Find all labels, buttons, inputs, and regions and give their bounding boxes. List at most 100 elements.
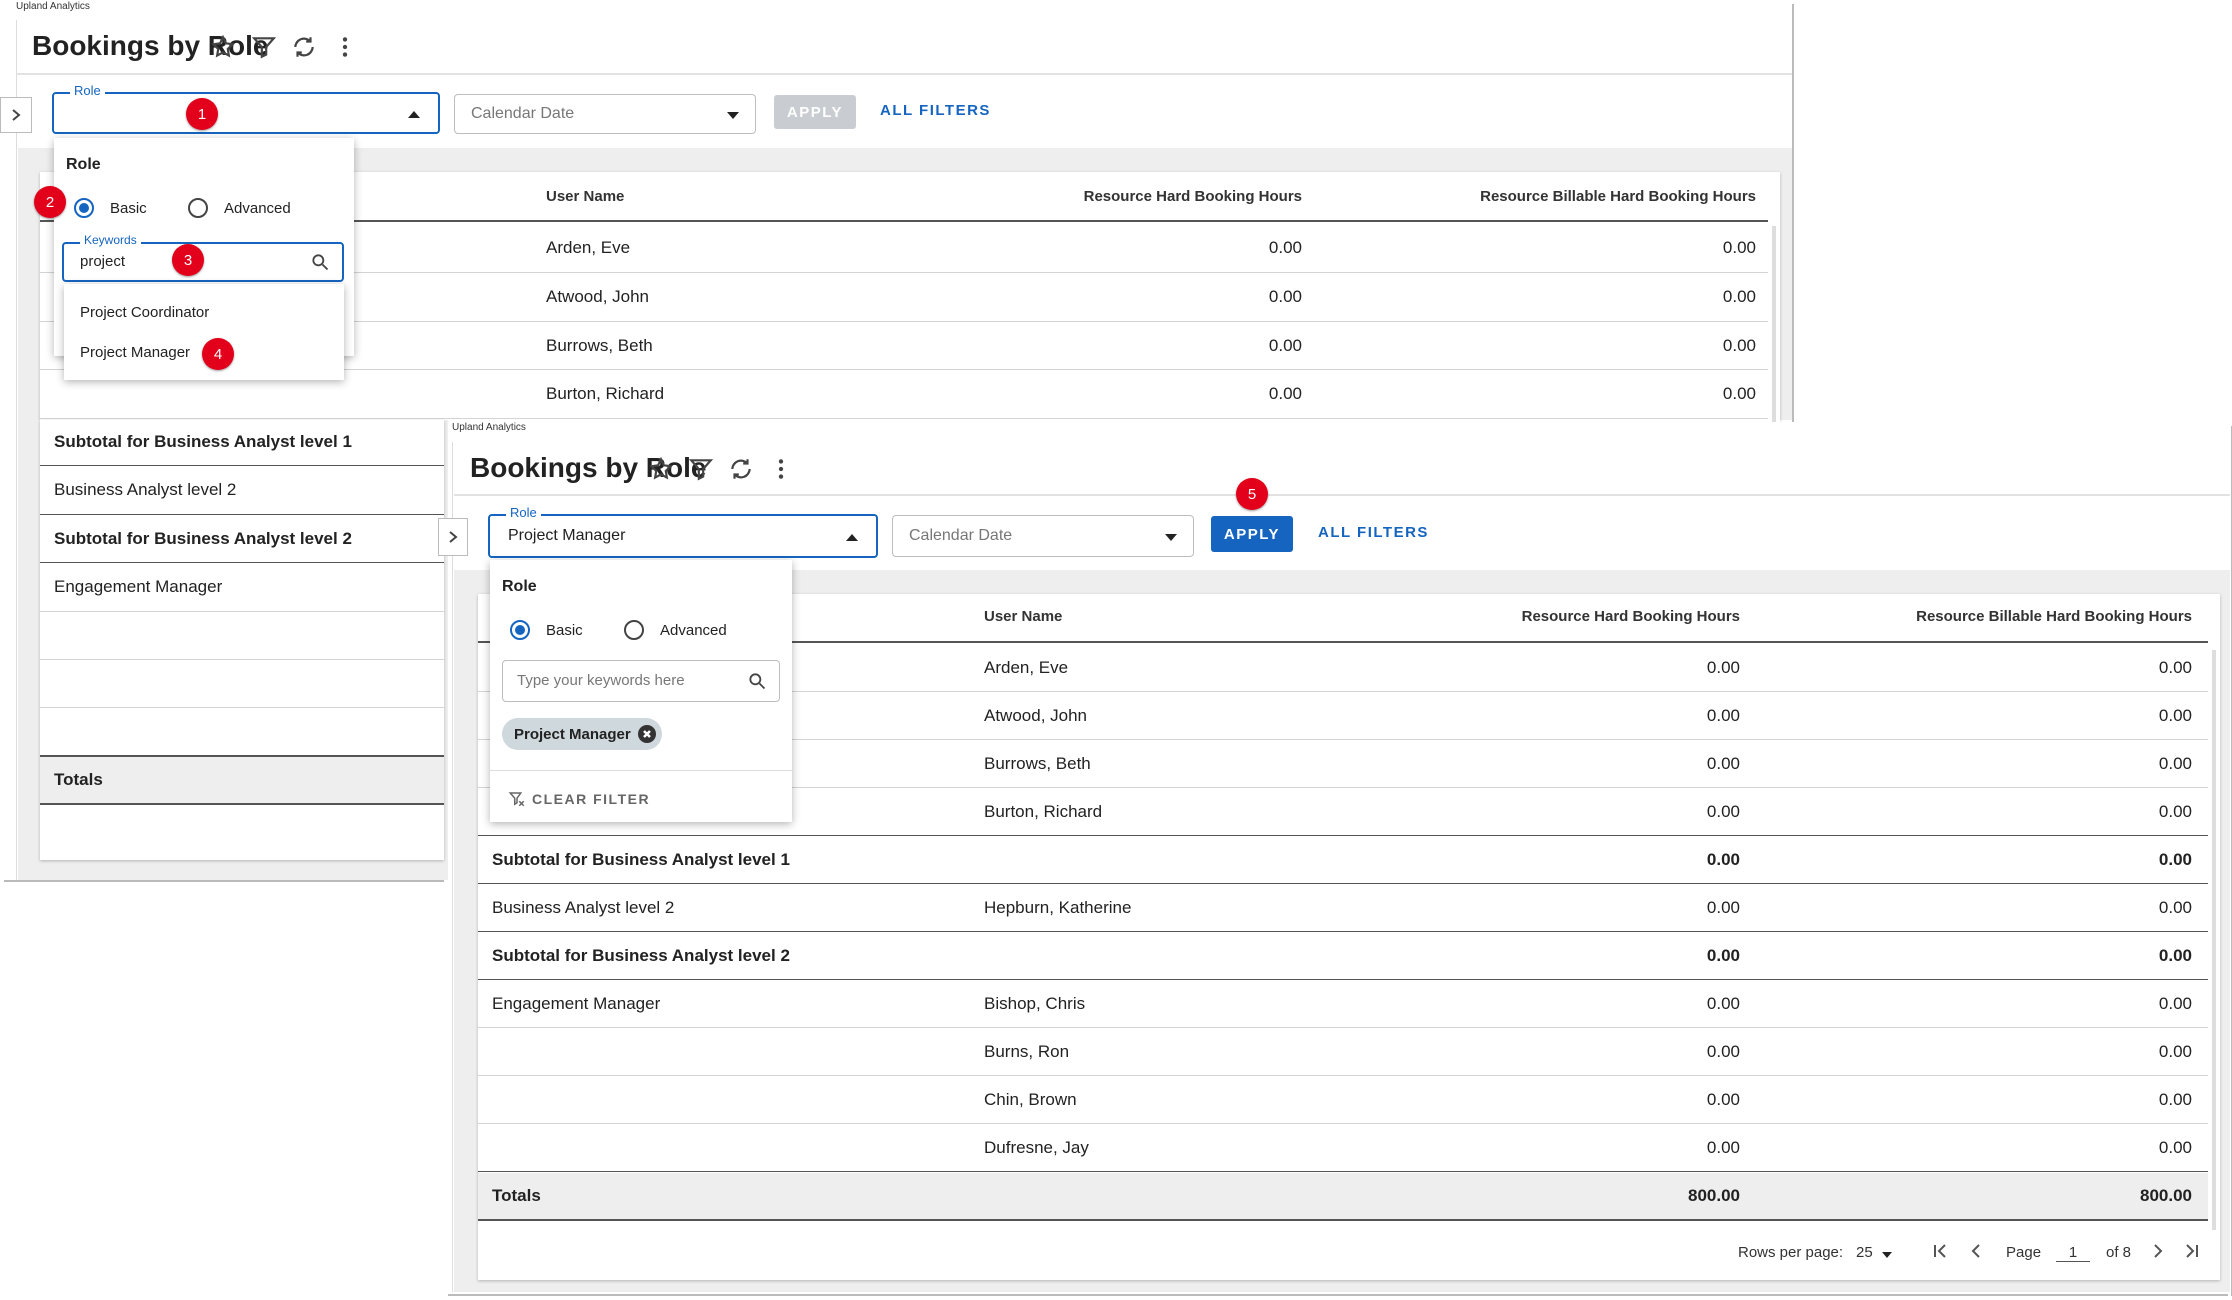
filter-icon[interactable] [686, 454, 716, 484]
star-icon[interactable] [646, 454, 676, 484]
radio-basic-label: Basic [546, 622, 583, 639]
all-filters-button[interactable]: ALL FILTERS [1318, 524, 1429, 541]
role-select[interactable]: Role Project Manager [488, 505, 878, 558]
front-window: Upland Analytics Bookings by Role Role P… [438, 422, 2232, 1300]
refresh-icon[interactable] [726, 454, 756, 484]
suggestion-item[interactable]: Project Coordinator [80, 304, 209, 321]
billable-hours-cell: 0.00 [1722, 287, 1756, 306]
chip-label: Project Manager [514, 725, 631, 743]
totals-hard-hours: 800.00 [1688, 1186, 1740, 1205]
user-name-cell: Dufresne, Jay [984, 1138, 1089, 1157]
totals-billable-hours: 800.00 [2140, 1186, 2192, 1205]
last-page-icon[interactable] [2182, 1241, 2202, 1266]
scrollbar[interactable] [2212, 650, 2216, 1230]
role-cell: Subtotal for Business Analyst level 2 [492, 946, 790, 965]
rows-per-page-caret-icon[interactable] [1882, 1252, 1892, 1258]
rows-per-page-value[interactable]: 25 [1856, 1244, 1873, 1261]
user-name-cell: Atwood, John [984, 706, 1088, 725]
first-page-icon[interactable] [1930, 1241, 1950, 1266]
back-window-border-bottom [4, 880, 444, 882]
apply-button[interactable]: APPLY [774, 95, 856, 129]
scrollbar[interactable] [1772, 226, 1776, 422]
radio-advanced[interactable] [188, 198, 208, 218]
keywords-label: Keywords [80, 233, 141, 247]
radio-basic[interactable] [74, 198, 94, 218]
row-divider [478, 1219, 2208, 1221]
column-header-billable-hours: Resource Billable Hard Booking Hours [1480, 188, 1756, 205]
rows-per-page-label: Rows per page: [1738, 1244, 1844, 1261]
user-name-cell: Hepburn, Katherine [984, 898, 1132, 917]
clear-filter-label: CLEAR FILTER [532, 791, 651, 807]
hard-hours-cell: 0.00 [1268, 384, 1302, 403]
hard-hours-cell: 0.00 [1268, 336, 1302, 355]
more-vert-icon[interactable] [766, 454, 796, 484]
row-divider [40, 465, 444, 466]
page-number-input[interactable]: 1 [2056, 1244, 2090, 1262]
role-select-value: Project Manager [508, 527, 626, 544]
calendar-date-select[interactable]: Calendar Date [454, 94, 756, 134]
app-label: Upland Analytics [16, 1, 90, 12]
role-select[interactable]: Role [52, 83, 440, 134]
star-icon[interactable] [208, 32, 238, 62]
row-divider [40, 418, 1768, 419]
remove-chip-icon[interactable] [638, 725, 656, 743]
expand-panel-tab[interactable] [0, 97, 32, 133]
user-name-cell: Atwood, John [546, 287, 650, 306]
row-divider [40, 707, 444, 708]
more-vert-icon[interactable] [330, 32, 360, 62]
suggestion-item[interactable]: Project Manager [80, 344, 190, 361]
user-name-cell: Arden, Eve [984, 658, 1069, 677]
billable-hours-cell: 0.00 [2158, 754, 2192, 773]
keywords-input[interactable]: Type your keywords here [502, 660, 780, 702]
role-select-label: Role [70, 83, 105, 98]
refresh-icon[interactable] [289, 32, 319, 62]
user-name-cell: Bishop, Chris [984, 994, 1086, 1013]
step-badge-3: 3 [172, 244, 204, 276]
calendar-date-select[interactable]: Calendar Date [892, 515, 1194, 557]
radio-basic[interactable] [510, 620, 530, 640]
row-divider [478, 931, 2208, 932]
front-window-border-left [452, 442, 453, 1292]
expand-panel-tab[interactable] [438, 518, 468, 556]
hard-hours-cell: 0.00 [1706, 1138, 1740, 1157]
role-cell: Business Analyst level 2 [492, 898, 675, 917]
role-cell: Engagement Manager [54, 577, 223, 596]
row-divider [478, 1123, 2208, 1124]
billable-hours-cell: 0.00 [2158, 802, 2192, 821]
role-cell: Subtotal for Business Analyst level 1 [492, 850, 790, 869]
dropdown-divider [490, 770, 792, 771]
caret-up-icon [408, 111, 420, 118]
clear-filter-button[interactable]: CLEAR FILTER [508, 790, 650, 808]
dropdown-title: Role [502, 578, 537, 595]
row-divider [478, 1027, 2208, 1028]
filter-icon[interactable] [249, 32, 279, 62]
role-select-label: Role [506, 505, 541, 520]
user-name-cell: Burns, Ron [984, 1042, 1070, 1061]
user-name-cell: Burrows, Beth [984, 754, 1091, 773]
search-icon[interactable] [310, 252, 330, 277]
dropdown-title: Role [66, 156, 101, 173]
step-badge-1: 1 [186, 98, 218, 130]
next-page-icon[interactable] [2148, 1241, 2168, 1266]
page-count: of 8 [2106, 1244, 2132, 1261]
role-cell: Subtotal for Business Analyst level 2 [54, 529, 352, 548]
apply-button[interactable]: APPLY [1211, 516, 1293, 552]
row-divider [40, 611, 444, 612]
hard-hours-cell: 0.00 [1706, 706, 1740, 725]
row-divider [478, 979, 2208, 980]
radio-advanced[interactable] [624, 620, 644, 640]
row-divider [40, 514, 444, 515]
hard-hours-cell: 0.00 [1268, 287, 1302, 306]
hard-hours-cell: 0.00 [1706, 754, 1740, 773]
billable-hours-cell: 0.00 [2158, 1090, 2192, 1109]
prev-page-icon[interactable] [1966, 1241, 1986, 1266]
totals-label: Totals [54, 770, 103, 789]
hard-hours-cell: 0.00 [1706, 946, 1740, 965]
front-window-border-bottom [448, 1294, 2228, 1296]
search-icon[interactable] [747, 671, 767, 696]
hard-hours-cell: 0.00 [1706, 850, 1740, 869]
hard-hours-cell: 0.00 [1706, 898, 1740, 917]
all-filters-button[interactable]: ALL FILTERS [880, 102, 991, 119]
caret-down-icon [1165, 534, 1177, 541]
hard-hours-cell: 0.00 [1706, 1090, 1740, 1109]
